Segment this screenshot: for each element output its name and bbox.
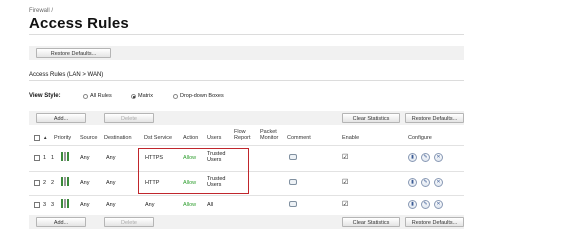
statistics-icon[interactable]: ▮ (408, 153, 417, 162)
view-matrix-label: Matrix (138, 93, 153, 99)
divider (29, 34, 464, 35)
edit-icon[interactable]: ✎ (421, 200, 430, 209)
row-priority: 1 (51, 155, 55, 161)
priority-up-icon[interactable] (61, 152, 63, 161)
row-source: Any (80, 155, 90, 161)
column-enable: Enable (342, 135, 360, 141)
column-configure: Configure (408, 135, 432, 141)
row-number: 1 (43, 155, 47, 161)
divider (29, 195, 464, 196)
row-priority: 3 (51, 202, 55, 208)
restore-defaults-toolbar-button[interactable]: Restore Defaults... (405, 113, 464, 123)
view-matrix-radio[interactable] (131, 94, 136, 99)
column-packet-monitor: Packet Monitor (260, 129, 279, 141)
row-priority: 2 (51, 180, 55, 186)
restore-defaults-button-bottom[interactable]: Restore Defaults... (405, 217, 464, 227)
comment-icon[interactable] (289, 154, 297, 160)
view-style-label: View Style: (29, 93, 61, 99)
row-destination: Any (106, 180, 116, 186)
column-destination[interactable]: Destination (104, 135, 132, 141)
row-destination: Any (106, 202, 116, 208)
priority-middle-icon (64, 152, 66, 161)
edit-icon[interactable]: ✎ (421, 153, 430, 162)
select-all-checkbox[interactable] (34, 135, 40, 141)
enable-checkbox[interactable]: ☑ (342, 154, 348, 161)
comment-icon[interactable] (289, 201, 297, 207)
column-comment: Comment (287, 135, 311, 141)
column-priority[interactable]: Priority (54, 135, 71, 141)
statistics-icon[interactable]: ▮ (408, 200, 417, 209)
page-title: Access Rules (29, 15, 129, 32)
row-number: 3 (43, 202, 47, 208)
delete-icon[interactable]: ✕ (434, 178, 443, 187)
priority-down-icon[interactable] (67, 177, 69, 186)
priority-down-icon[interactable] (67, 199, 69, 208)
delete-button-bottom[interactable]: Delete (104, 217, 154, 227)
row-checkbox[interactable] (34, 202, 40, 208)
priority-up-icon[interactable] (61, 199, 63, 208)
row-destination: Any (106, 155, 116, 161)
divider (29, 145, 464, 146)
view-dropdown-radio[interactable] (173, 94, 178, 99)
view-dropdown-label: Drop-down Boxes (180, 93, 224, 99)
sort-arrow-icon[interactable]: ▲ (43, 135, 47, 141)
divider (29, 80, 464, 81)
row-number: 2 (43, 180, 47, 186)
view-all-rules-label: All Rules (90, 93, 112, 99)
edit-icon[interactable]: ✎ (421, 178, 430, 187)
add-button-bottom[interactable]: Add... (36, 217, 86, 227)
column-action[interactable]: Action (183, 135, 198, 141)
view-all-rules-radio[interactable] (83, 94, 88, 99)
row-checkbox[interactable] (34, 180, 40, 186)
clear-statistics-button-bottom[interactable]: Clear Statistics (342, 217, 400, 227)
row-checkbox[interactable] (34, 155, 40, 161)
delete-button[interactable]: Delete (104, 113, 154, 123)
row-source: Any (80, 202, 90, 208)
row-action: Allow (183, 202, 197, 208)
section-title: Access Rules (LAN > WAN) (29, 72, 104, 78)
delete-icon[interactable]: ✕ (434, 200, 443, 209)
add-button[interactable]: Add... (36, 113, 86, 123)
clear-statistics-button[interactable]: Clear Statistics (342, 113, 400, 123)
highlight-box (138, 148, 249, 194)
priority-middle-icon (64, 199, 66, 208)
column-flow-report: Flow Report (234, 129, 251, 141)
comment-icon[interactable] (289, 179, 297, 185)
column-source[interactable]: Source (80, 135, 97, 141)
row-source: Any (80, 180, 90, 186)
column-dst-service[interactable]: Dst Service (144, 135, 172, 141)
delete-icon[interactable]: ✕ (434, 153, 443, 162)
enable-checkbox[interactable]: ☑ (342, 201, 348, 208)
column-users[interactable]: Users (207, 135, 221, 141)
priority-up-icon[interactable] (61, 177, 63, 186)
restore-defaults-button[interactable]: Restore Defaults... (36, 48, 111, 58)
statistics-icon[interactable]: ▮ (408, 178, 417, 187)
row-service: Any (145, 202, 155, 208)
row-users: All (207, 202, 214, 208)
priority-middle-icon (64, 177, 66, 186)
enable-checkbox[interactable]: ☑ (342, 179, 348, 186)
breadcrumb[interactable]: Firewall / (29, 8, 53, 14)
priority-down-icon[interactable] (67, 152, 69, 161)
